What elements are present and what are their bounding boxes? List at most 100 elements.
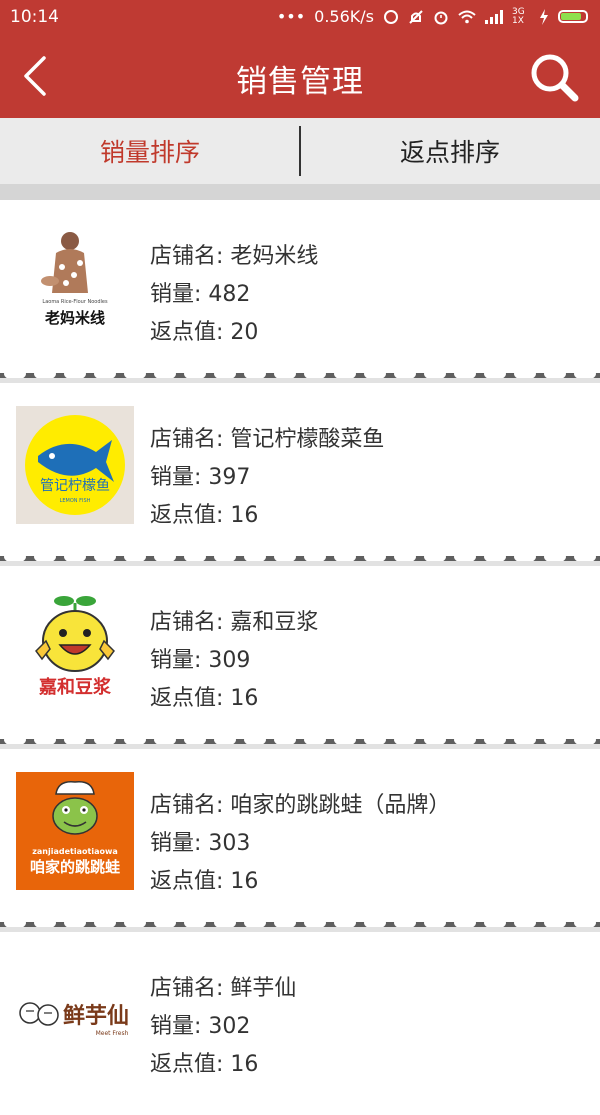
jiahe-logo-text: 嘉和豆浆 — [38, 676, 112, 698]
sync-icon — [384, 9, 398, 24]
tab-divider — [299, 126, 301, 176]
store-rebate-label: 返点值: — [150, 686, 231, 711]
status-dots: ••• — [276, 7, 306, 26]
store-sales-line: 销量: 302 — [150, 1008, 296, 1046]
store-name-line: 店铺名: 老妈米线 — [150, 238, 318, 276]
store-rebate-line: 返点值: 16 — [150, 863, 450, 901]
store-sales-label: 销量: — [150, 282, 209, 307]
xianyuxian-logo-text: 鲜芋仙 — [63, 1003, 129, 1029]
store-logo-tiaotiaowa: zanjiadetiaotiaowa 咱家的跳跳蛙 — [16, 772, 134, 890]
store-name: 咱家的跳跳蛙（品牌） — [230, 793, 451, 818]
charging-icon — [540, 8, 548, 25]
tiaotiaowa-logo-icon: zanjiadetiaotiaowa 咱家的跳跳蛙 — [16, 772, 134, 890]
store-name-line: 店铺名: 嘉和豆浆 — [150, 604, 318, 642]
store-name-line: 店铺名: 咱家的跳跳蛙（品牌） — [150, 787, 450, 825]
xianyuxian-logo-subtext: Meet Fresh — [96, 1030, 129, 1037]
store-sales-label: 销量: — [150, 465, 209, 490]
guanji-logo-text: 管记柠檬鱼 — [40, 477, 110, 494]
store-rebate: 16 — [230, 503, 259, 528]
store-sales-line: 销量: 397 — [150, 459, 384, 497]
signal-icon — [485, 9, 503, 24]
store-sales-label: 销量: — [150, 831, 209, 856]
store-sales-line: 销量: 303 — [150, 825, 450, 863]
store-rebate-label: 返点值: — [150, 320, 231, 345]
store-sales-line: 销量: 309 — [150, 642, 318, 680]
store-rebate-line: 返点值: 16 — [150, 680, 318, 718]
store-name: 鲜芋仙 — [230, 976, 297, 1001]
store-sales-label: 销量: — [150, 1014, 209, 1039]
store-name: 嘉和豆浆 — [230, 610, 319, 635]
store-rebate-label: 返点值: — [150, 503, 231, 528]
scallop-divider — [0, 917, 600, 932]
store-info: 店铺名: 咱家的跳跳蛙（品牌） 销量: 303 返点值: 16 — [150, 787, 450, 901]
store-logo-laoma: Laoma Rice-Flour Noodles 老妈米线 — [16, 223, 134, 341]
status-bar: 10:14 ••• 0.56K/s 3G 1X — [0, 0, 600, 34]
store-sales: 482 — [208, 282, 251, 307]
jiahe-logo-icon: 嘉和豆浆 — [16, 589, 134, 707]
store-sales: 397 — [208, 465, 251, 490]
tab-sales-sort[interactable]: 销量排序 — [0, 118, 300, 184]
store-name-label: 店铺名: — [150, 793, 231, 818]
tiaotiaowa-logo-subtext: zanjiadetiaotiaowa — [32, 847, 118, 856]
store-rebate-line: 返点值: 16 — [150, 497, 384, 535]
store-sales: 309 — [208, 648, 251, 673]
page-title: 销售管理 — [236, 64, 364, 100]
section-divider — [0, 184, 600, 200]
store-card[interactable]: zanjiadetiaotiaowa 咱家的跳跳蛙 店铺名: 咱家的跳跳蛙（品牌… — [0, 749, 600, 932]
store-rebate: 16 — [230, 1052, 259, 1077]
mute-icon — [409, 9, 423, 24]
laoma-logo-subtext: Laoma Rice-Flour Noodles — [42, 299, 108, 305]
xianyuxian-logo-icon: 鲜芋仙 Meet Fresh — [16, 955, 134, 1073]
store-name-label: 店铺名: — [150, 610, 231, 635]
wifi-icon — [458, 10, 476, 23]
scallop-divider — [0, 734, 600, 749]
tiaotiaowa-logo-text: 咱家的跳跳蛙 — [30, 858, 120, 876]
store-sales: 303 — [208, 831, 251, 856]
sort-tabs: 销量排序 返点排序 — [0, 118, 600, 184]
store-sales-label: 销量: — [150, 648, 209, 673]
store-rebate-line: 返点值: 20 — [150, 314, 318, 352]
guanji-logo-icon: 管记柠檬鱼 LEMON FISH — [16, 406, 134, 524]
store-info: 店铺名: 管记柠檬酸菜鱼 销量: 397 返点值: 16 — [150, 421, 384, 535]
store-name-label: 店铺名: — [150, 244, 231, 269]
store-card[interactable]: Laoma Rice-Flour Noodles 老妈米线 店铺名: 老妈米线 … — [0, 200, 600, 383]
scallop-divider — [0, 551, 600, 566]
battery-icon — [558, 10, 588, 23]
store-logo-guanji: 管记柠檬鱼 LEMON FISH — [16, 406, 134, 524]
store-rebate-label: 返点值: — [150, 869, 231, 894]
store-sales: 302 — [208, 1014, 251, 1039]
store-rebate-label: 返点值: — [150, 1052, 231, 1077]
store-list: Laoma Rice-Flour Noodles 老妈米线 店铺名: 老妈米线 … — [0, 200, 600, 1115]
store-rebate: 20 — [230, 320, 259, 345]
status-icons: ••• 0.56K/s 3G 1X — [277, 7, 588, 26]
laoma-logo-icon: Laoma Rice-Flour Noodles 老妈米线 — [16, 223, 134, 341]
store-name-line: 店铺名: 鲜芋仙 — [150, 970, 296, 1008]
status-time: 10:14 — [10, 7, 59, 27]
store-logo-jiahe: 嘉和豆浆 — [16, 589, 134, 707]
store-name: 管记柠檬酸菜鱼 — [230, 427, 385, 452]
store-info: 店铺名: 老妈米线 销量: 482 返点值: 20 — [150, 238, 318, 352]
search-icon[interactable] — [528, 52, 580, 102]
store-info: 店铺名: 嘉和豆浆 销量: 309 返点值: 16 — [150, 604, 318, 718]
store-name-label: 店铺名: — [150, 427, 231, 452]
laoma-logo-text: 老妈米线 — [44, 309, 105, 327]
store-name: 老妈米线 — [230, 244, 319, 269]
store-rebate: 16 — [230, 686, 259, 711]
store-name-label: 店铺名: — [150, 976, 231, 1001]
store-card[interactable]: 管记柠檬鱼 LEMON FISH 店铺名: 管记柠檬酸菜鱼 销量: 397 返点… — [0, 383, 600, 566]
app-bar: 销售管理 — [0, 34, 600, 118]
network-type: 3G 1X — [512, 6, 525, 26]
scallop-divider — [0, 368, 600, 383]
store-sales-line: 销量: 482 — [150, 276, 318, 314]
store-logo-xianyuxian: 鲜芋仙 Meet Fresh — [16, 955, 134, 1073]
store-rebate: 16 — [230, 869, 259, 894]
store-name-line: 店铺名: 管记柠檬酸菜鱼 — [150, 421, 384, 459]
store-rebate-line: 返点值: 16 — [150, 1046, 296, 1084]
battery-level — [561, 13, 581, 20]
tab-rebate-sort[interactable]: 返点排序 — [300, 118, 600, 184]
guanji-logo-subtext: LEMON FISH — [60, 498, 91, 504]
store-card[interactable]: 嘉和豆浆 店铺名: 嘉和豆浆 销量: 309 返点值: 16 — [0, 566, 600, 749]
store-card[interactable]: 鲜芋仙 Meet Fresh 店铺名: 鲜芋仙 销量: 302 返点值: 16 — [0, 932, 600, 1115]
network-speed: 0.56K/s — [314, 7, 374, 26]
alarm-icon — [434, 11, 448, 24]
